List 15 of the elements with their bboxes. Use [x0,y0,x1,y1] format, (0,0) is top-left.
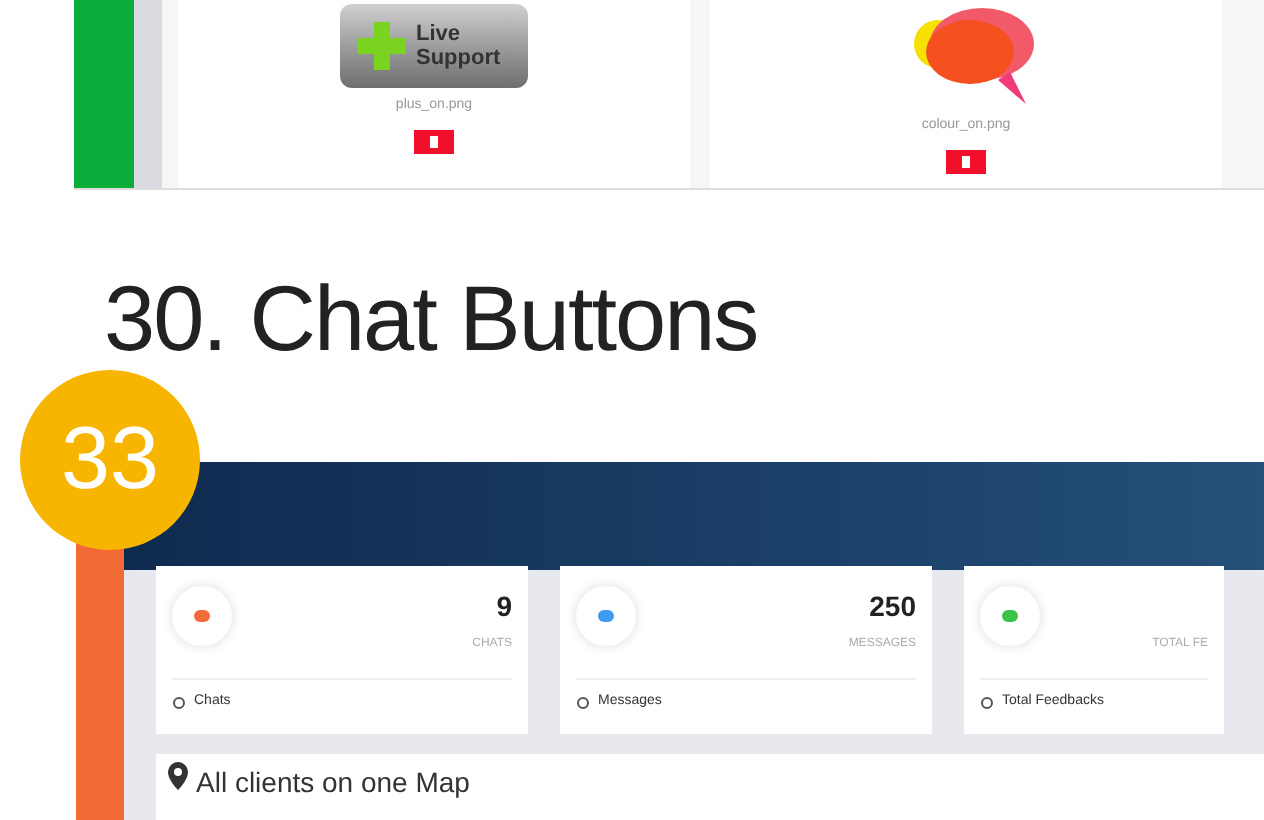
trash-icon [430,135,438,147]
map-pin-icon [168,762,188,790]
history-icon [576,695,590,710]
stat-value: 9 [496,588,512,626]
delete-button[interactable] [946,149,986,173]
plus-icon [356,20,408,72]
delete-button[interactable] [414,129,454,153]
history-icon [980,695,994,710]
stat-value: 250 [869,588,916,626]
section-heading: 30. Chat Buttons [104,264,760,374]
map-title: All clients on one Map [196,764,470,802]
history-icon [172,695,186,710]
number-badge: 33 [20,370,200,550]
trash-icon [962,155,970,167]
support-label: Live Support [416,22,503,70]
